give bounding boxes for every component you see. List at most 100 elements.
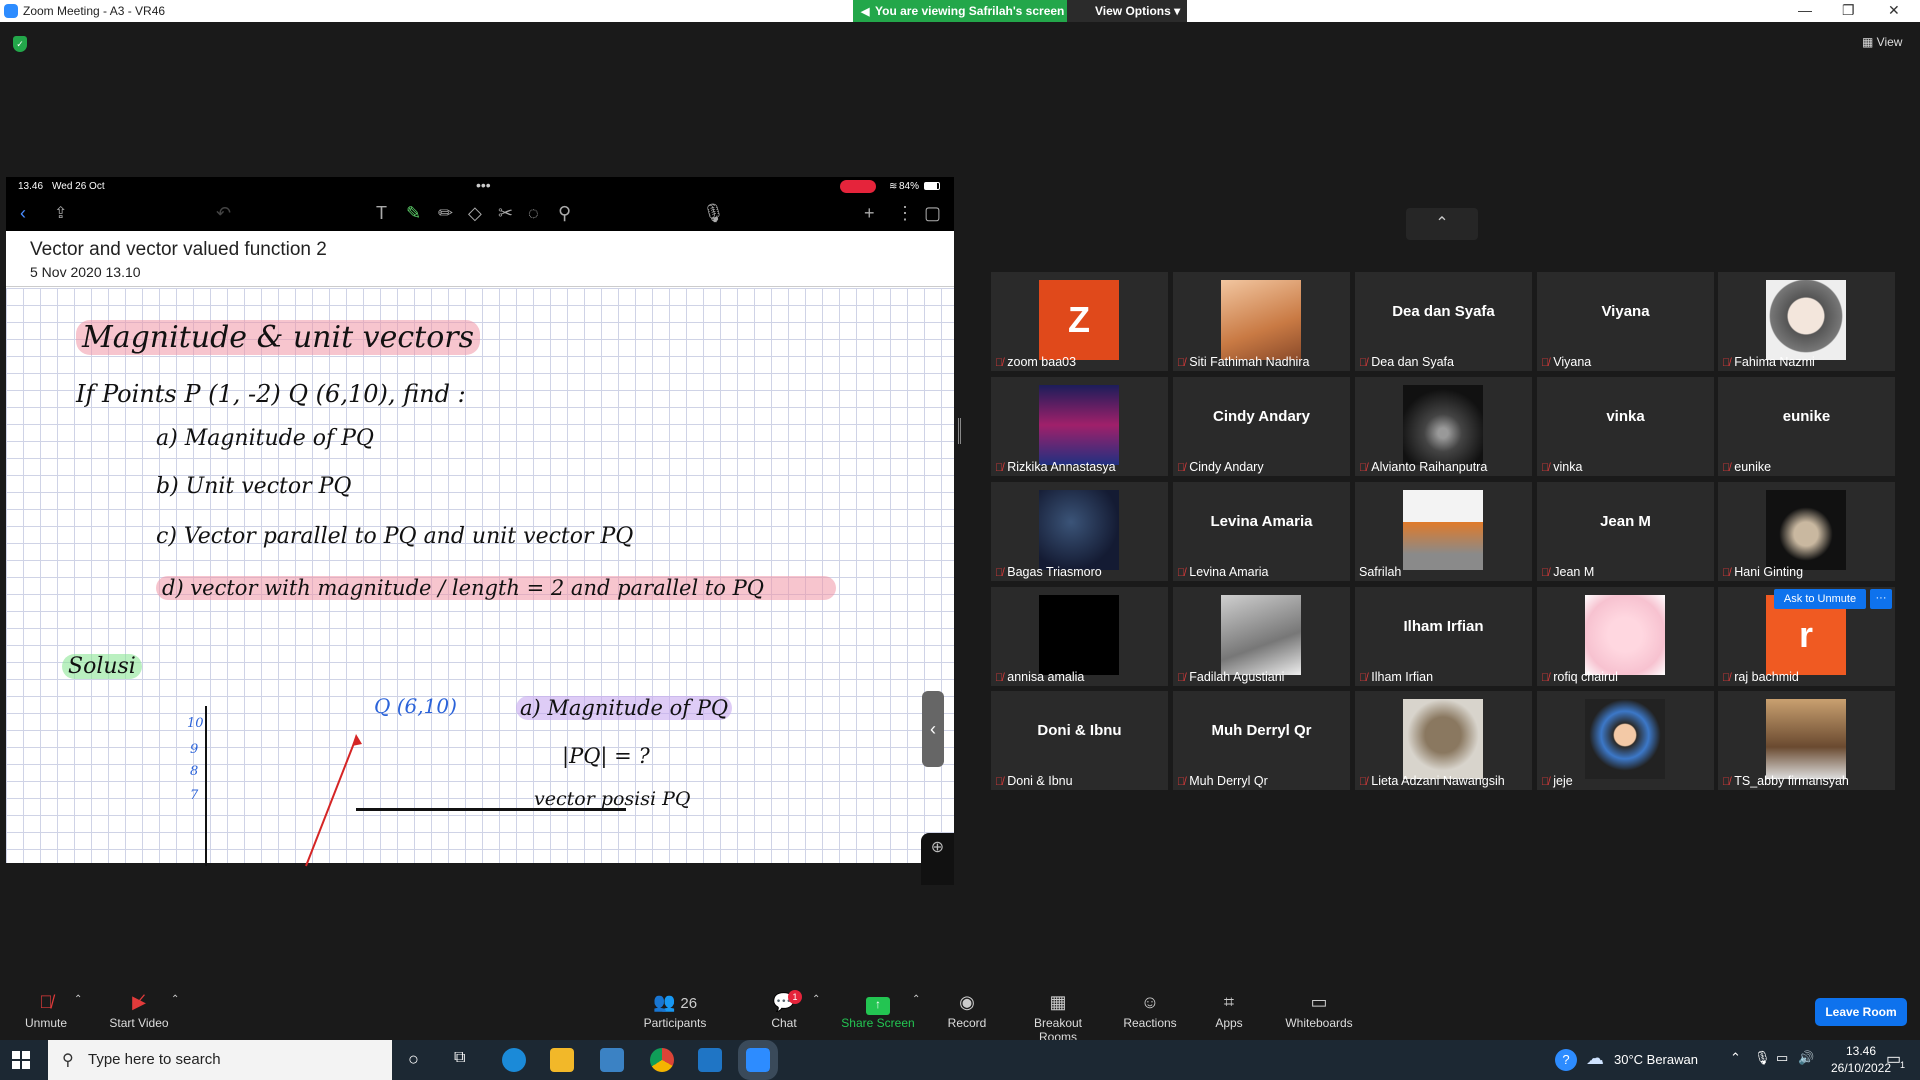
participant-tile[interactable]: eunike 🎙̸ eunike (1718, 377, 1895, 476)
taskbar-search-input[interactable]: ⚲ Type here to search (48, 1040, 392, 1080)
audio-options-chevron-icon[interactable]: ⌃ (74, 994, 82, 1005)
muted-mic-icon: 🎙̸ (1722, 672, 1731, 684)
participant-tile[interactable]: 🎙̸ Siti Fathimah Nadhira (1173, 272, 1350, 371)
y-tick: 10 (187, 716, 204, 731)
handwritten-answer-a: a) Magnitude of PQ (516, 696, 733, 720)
wifi-icon: ≋ (889, 181, 898, 192)
chrome-icon[interactable] (650, 1048, 674, 1072)
store-icon[interactable] (600, 1048, 624, 1072)
more-vertical-icon[interactable]: ⋮ (896, 203, 914, 224)
panel-resize-handle[interactable] (958, 418, 961, 444)
tray-chevron-icon[interactable]: ⌃ (1730, 1050, 1741, 1066)
more-options-button[interactable]: ··· (1870, 589, 1892, 609)
zoom-lens-icon[interactable]: ⊕ (921, 833, 954, 885)
cloud-icon: ☁ (1586, 1048, 1604, 1068)
task-view-icon[interactable]: ⧉ (454, 1049, 465, 1067)
participant-tile[interactable]: 🎙̸ TS_abby firmansyah (1718, 691, 1895, 790)
edge-icon[interactable] (502, 1048, 526, 1072)
pencil-tool-icon[interactable]: ✏ (438, 203, 453, 224)
participant-tile[interactable]: 🎙̸ Lieta Adzani Nawangsih (1355, 691, 1532, 790)
weather-text[interactable]: 30°C Berawan (1614, 1052, 1698, 1067)
participant-tile[interactable]: Ilham Irfian 🎙̸ Ilham Irfian (1355, 587, 1532, 686)
file-explorer-icon[interactable] (550, 1048, 574, 1072)
mail-icon[interactable] (698, 1048, 722, 1072)
pen-tool-icon[interactable]: ✎ (406, 203, 421, 224)
participant-tile[interactable]: 🎙̸ Rizkika Annastasya (991, 377, 1168, 476)
view-options-label: View Options (1095, 4, 1171, 18)
back-icon[interactable]: ‹ (20, 203, 26, 224)
participant-tile[interactable]: Z 🎙̸ zoom baa03 (991, 272, 1168, 371)
maximize-icon[interactable]: ❐ (1842, 2, 1855, 19)
participant-tile[interactable]: Doni & Ibnu 🎙̸ Doni & Ibnu (991, 691, 1168, 790)
eraser-tool-icon[interactable]: ◇ (468, 203, 482, 224)
participant-tile[interactable]: 🎙̸ rofiq chairul (1537, 587, 1714, 686)
share-options-chevron-icon[interactable]: ⌃ (912, 994, 920, 1005)
windows-start-icon[interactable] (12, 1051, 30, 1069)
share-icon[interactable]: ⇪ (54, 203, 67, 223)
video-options-chevron-icon[interactable]: ⌃ (171, 994, 179, 1005)
view-button[interactable]: ▦ View (1862, 35, 1902, 49)
lasso-tool-icon[interactable]: ✂ (498, 203, 513, 224)
shapes-tool-icon[interactable]: ◌ (528, 203, 539, 224)
ask-to-unmute-button[interactable]: Ask to Unmute (1774, 589, 1866, 609)
reactions-button[interactable]: ☺ Reactions (1122, 992, 1178, 1030)
participant-tile[interactable]: Jean M 🎙̸ Jean M (1537, 482, 1714, 581)
participant-tile[interactable]: Safrilah (1355, 482, 1532, 581)
network-icon[interactable]: ▭ (1776, 1050, 1788, 1066)
share-screen-button[interactable]: ↑ Share Screen (840, 992, 916, 1030)
security-shield-icon[interactable]: ✓ (13, 36, 27, 52)
viewing-banner-text: You are viewing Safrilah's screen (875, 4, 1065, 18)
help-icon[interactable]: ? (1555, 1049, 1577, 1071)
apps-button[interactable]: ⌗ Apps (1214, 992, 1244, 1030)
participant-name-label: 🎙̸ Rizkika Annastasya (995, 460, 1116, 474)
participant-tile[interactable]: 🎙̸ Hani Ginting (1718, 482, 1895, 581)
notification-icon[interactable]: ▭ (1886, 1049, 1901, 1069)
cortana-icon[interactable]: ○ (408, 1049, 419, 1070)
participant-tile[interactable]: 🎙̸ jeje (1537, 691, 1714, 790)
muted-mic-icon: 🎙̸ (1541, 567, 1550, 579)
participant-tile[interactable]: 🎙̸ Fahima Nazmi (1718, 272, 1895, 371)
close-icon[interactable]: ✕ (1888, 2, 1900, 19)
zoom-taskbar-icon[interactable] (738, 1040, 778, 1080)
y-tick: 8 (190, 764, 199, 779)
undo-icon[interactable]: ↶ (216, 203, 231, 224)
participant-tile[interactable]: 🎙̸ Alvianto Raihanputra (1355, 377, 1532, 476)
volume-icon[interactable]: 🔊 (1798, 1050, 1814, 1066)
participant-tile[interactable]: 🎙̸ Bagas Triasmoro (991, 482, 1168, 581)
y-tick: 9 (190, 742, 199, 757)
handwritten-point-q: Q (6,10) (374, 694, 457, 718)
participant-tile[interactable]: 🎙̸ annisa amalia (991, 587, 1168, 686)
leave-room-button[interactable]: Leave Room (1815, 998, 1907, 1026)
share-screen-label: Share Screen (841, 1016, 915, 1030)
participant-tile[interactable]: Cindy Andary 🎙̸ Cindy Andary (1173, 377, 1350, 476)
start-video-button[interactable]: ▶̸ Start Video (104, 992, 174, 1030)
participant-tile[interactable]: Muh Derryl Qr 🎙̸ Muh Derryl Qr (1173, 691, 1350, 790)
tray-mic-icon[interactable]: 🎙 (1754, 1050, 1771, 1066)
participant-tile[interactable]: vinka 🎙̸ vinka (1537, 377, 1714, 476)
participant-tile[interactable]: Dea dan Syafa 🎙̸ Dea dan Syafa (1355, 272, 1532, 371)
breakout-rooms-button[interactable]: ▦ Breakout Rooms (1014, 992, 1102, 1044)
record-button[interactable]: ◉ Record (946, 992, 988, 1030)
participant-name-label: 🎙̸ annisa amalia (995, 670, 1084, 684)
view-options-button[interactable]: View Options ▾ (1067, 0, 1187, 22)
participant-tile[interactable]: 🎙̸ Fadilah Agustiani (1173, 587, 1350, 686)
participant-tile[interactable]: Levina Amaria 🎙̸ Levina Amaria (1173, 482, 1350, 581)
participant-display-name: Viyana (1601, 303, 1650, 320)
minimize-icon[interactable]: — (1798, 2, 1812, 18)
whiteboards-button[interactable]: ▭ Whiteboards (1284, 992, 1354, 1030)
magic-tool-icon[interactable]: ⚲ (558, 203, 571, 224)
apps-icon: ⌗ (1223, 992, 1235, 1012)
notes-toolbar: ‹ ⇪ ↶ T ✎ ✏ ◇ ✂ ◌ ⚲ 🎙 + ⋮ ▢ (6, 197, 954, 231)
unmute-button[interactable]: 🎙̸ Unmute (18, 992, 74, 1030)
sidebar-handle[interactable]: ‹ (922, 691, 944, 767)
add-page-icon[interactable]: + (864, 203, 875, 224)
participant-tile[interactable]: Viyana 🎙̸ Viyana (1537, 272, 1714, 371)
collapse-gallery-button[interactable]: ⌃ (1406, 208, 1478, 240)
participants-button[interactable]: 👥 26 Participants (640, 992, 710, 1030)
muted-mic-icon: 🎙̸ (1177, 462, 1186, 474)
text-tool-icon[interactable]: T (376, 203, 387, 224)
participant-display-name: Cindy Andary (1213, 408, 1310, 425)
pages-icon[interactable]: ▢ (924, 203, 941, 224)
microphone-icon[interactable]: 🎙 (702, 203, 725, 224)
chat-options-chevron-icon[interactable]: ⌃ (812, 994, 820, 1005)
